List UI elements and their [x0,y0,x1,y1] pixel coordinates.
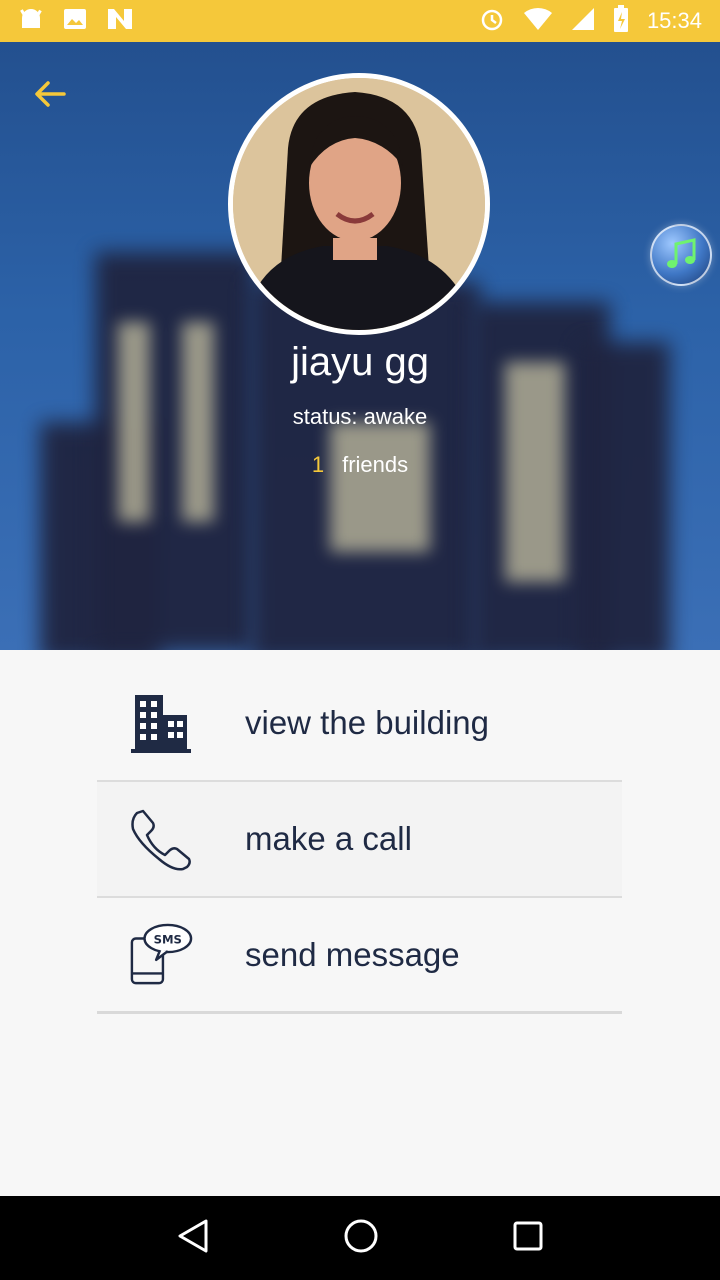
make-call-item[interactable]: make a call [97,782,622,898]
profile-name: jiayu gg [291,340,429,384]
home-icon[interactable] [343,1218,379,1258]
sms-icon-text: SMS [154,932,182,946]
bg-window [330,422,430,552]
profile-status: status: awake [0,404,720,430]
signal-icon [571,7,595,35]
status-left-icons [18,6,134,36]
status-time: 15:34 [646,8,702,33]
android-icon [18,6,44,36]
n-icon [106,6,134,36]
menu-label: make a call [245,820,412,857]
send-message-item[interactable]: SMS send message [97,898,622,1014]
status-value: awake [363,404,428,429]
sms-icon: SMS [129,923,193,987]
friends-count: 1 [311,452,325,477]
status-label: status: [292,404,358,429]
image-icon [62,6,88,36]
phone-icon [129,807,193,871]
arrow-left-icon [35,81,66,107]
alarm-icon [479,6,505,36]
action-menu: view the building make a call SMS send m… [97,666,622,1014]
view-building-item[interactable]: view the building [97,666,622,782]
status-bar: 15:34 [0,0,720,42]
friends-count-row[interactable]: 1 friends [0,452,720,478]
back-button[interactable] [28,72,72,116]
profile-header: jiayu gg status: awake 1 friends [0,42,720,650]
back-icon[interactable] [176,1218,210,1258]
music-note-icon [667,238,696,268]
avatar-photo [233,78,485,330]
building-icon [129,691,193,755]
system-nav-bar [0,1196,720,1280]
wifi-icon [523,7,553,35]
battery-icon [613,5,629,37]
recents-icon[interactable] [512,1220,544,1256]
music-button[interactable] [650,224,712,286]
friends-label: friends [342,452,409,477]
bg-building [580,342,670,650]
avatar[interactable] [228,73,490,335]
menu-label: view the building [245,704,489,741]
menu-label: send message [245,935,460,973]
status-right-icons: 15:34 [479,5,702,37]
